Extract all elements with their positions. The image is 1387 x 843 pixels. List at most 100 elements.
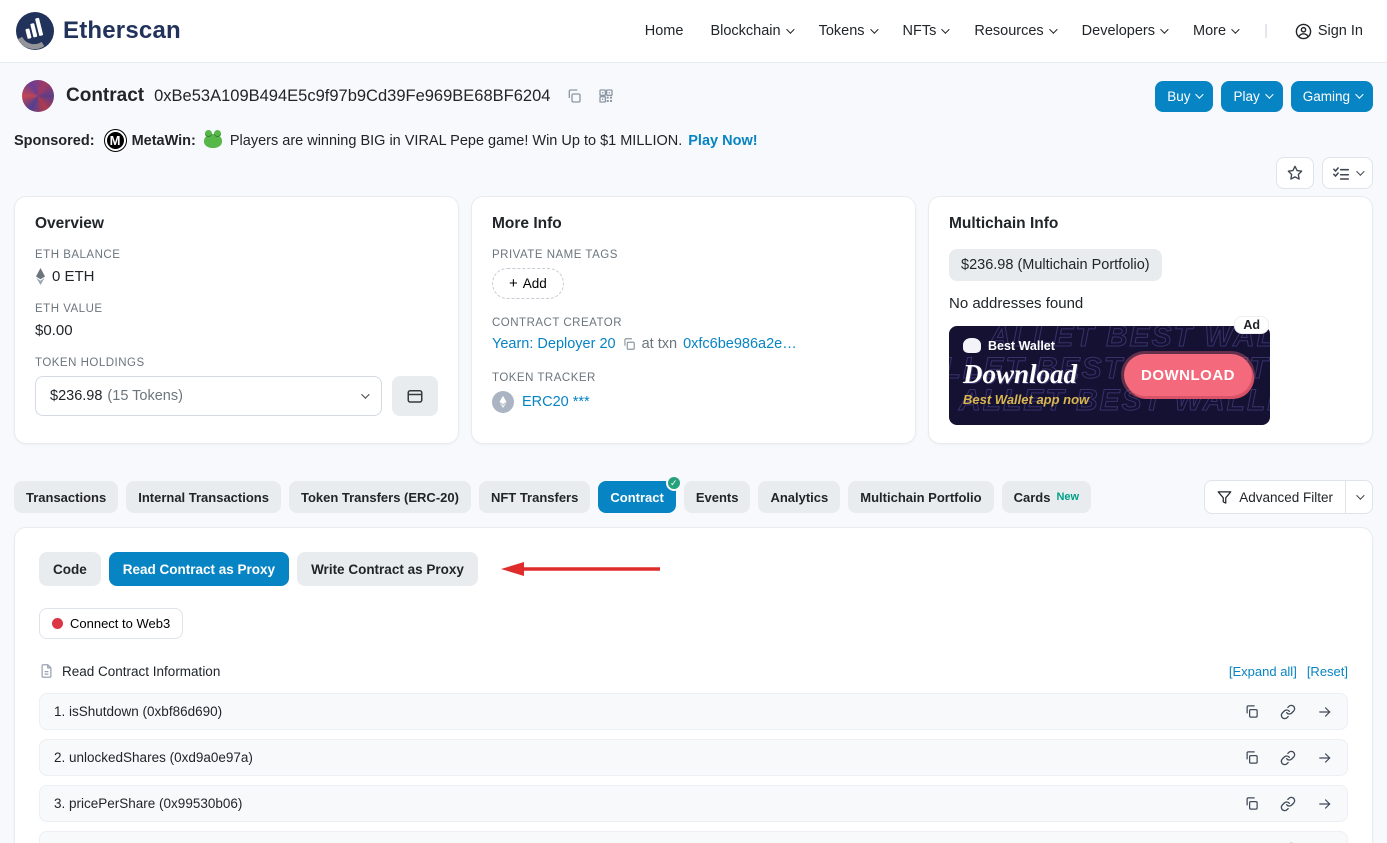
expand-arrow-icon[interactable] bbox=[1317, 705, 1333, 719]
more-info-card: More Info PRIVATE NAME TAGS + Add CONTRA… bbox=[471, 196, 916, 444]
permalink-icon[interactable] bbox=[1280, 750, 1296, 766]
favorite-button[interactable] bbox=[1276, 157, 1314, 189]
star-icon bbox=[1287, 165, 1303, 181]
advanced-filter-button: Advanced Filter bbox=[1204, 480, 1373, 514]
chevron-down-icon bbox=[1355, 90, 1363, 98]
main-nav: Home Blockchain Tokens NFTs Resources De… bbox=[645, 23, 1363, 40]
token-tracker-label: TOKEN TRACKER bbox=[492, 372, 895, 384]
creation-txn-link[interactable]: 0xfc6be986a2e… bbox=[683, 336, 797, 352]
tab-internal-transactions[interactable]: Internal Transactions bbox=[126, 481, 281, 513]
token-tracker-link[interactable]: ERC20 *** bbox=[522, 394, 590, 410]
ad-download-button[interactable]: DOWNLOAD bbox=[1124, 354, 1252, 396]
subtab-read-contract-as-proxy[interactable]: Read Contract as Proxy bbox=[109, 552, 289, 586]
token-holdings-count: (15 Tokens) bbox=[107, 388, 183, 404]
function-row-get_default_queue[interactable]: 4. get_default_queue (0xa9bbf1cc) bbox=[39, 831, 1348, 843]
chevron-down-icon bbox=[1160, 25, 1168, 33]
tab-cards[interactable]: Cards New bbox=[1002, 481, 1091, 513]
buy-button[interactable]: Buy bbox=[1155, 81, 1213, 112]
nav-home[interactable]: Home bbox=[645, 23, 684, 39]
view-options-button[interactable] bbox=[1322, 157, 1373, 189]
overview-card: Overview ETH BALANCE 0 ETH ETH VALUE $0.… bbox=[14, 196, 459, 444]
sponsored-message: Players are winning BIG in VIRAL Pepe ga… bbox=[230, 133, 682, 149]
read-functions-list: 1. isShutdown (0xbf86d690) 2. unlockedSh… bbox=[39, 693, 1348, 843]
reset-link[interactable]: [Reset] bbox=[1307, 664, 1348, 679]
nav-developers[interactable]: Developers bbox=[1082, 23, 1166, 39]
chevron-down-icon bbox=[942, 25, 950, 33]
copy-icon[interactable] bbox=[1244, 796, 1259, 811]
chevron-down-icon bbox=[1196, 90, 1204, 98]
multichain-portfolio-badge[interactable]: $236.98 (Multichain Portfolio) bbox=[949, 249, 1162, 281]
tab-events[interactable]: Events bbox=[684, 481, 751, 513]
copy-creator-icon[interactable] bbox=[622, 337, 636, 351]
nav-nfts[interactable]: NFTs bbox=[903, 23, 948, 39]
sponsored-brand[interactable]: MetaWin: bbox=[132, 133, 196, 149]
tab-nft-transfers[interactable]: NFT Transfers bbox=[479, 481, 590, 513]
ad-subline: Best Wallet app now bbox=[963, 392, 1089, 407]
wallet-icon bbox=[406, 387, 424, 405]
advanced-filter-dropdown[interactable] bbox=[1345, 481, 1372, 513]
tab-token-transfers[interactable]: Token Transfers (ERC-20) bbox=[289, 481, 471, 513]
tab-bar: Transactions Internal Transactions Token… bbox=[14, 480, 1373, 514]
frog-emoji-icon bbox=[204, 134, 222, 148]
gaming-button[interactable]: Gaming bbox=[1291, 81, 1373, 112]
function-row-unlockedShares[interactable]: 2. unlockedShares (0xd9a0e97a) bbox=[39, 739, 1348, 776]
creator-link[interactable]: Yearn: Deployer 20 bbox=[492, 336, 616, 352]
sign-in-button[interactable]: Sign In bbox=[1295, 23, 1363, 40]
add-name-tag-button[interactable]: + Add bbox=[492, 268, 564, 299]
subtab-write-contract-as-proxy[interactable]: Write Contract as Proxy bbox=[297, 552, 478, 586]
tab-multichain-portfolio[interactable]: Multichain Portfolio bbox=[848, 481, 993, 513]
no-addresses-text: No addresses found bbox=[949, 295, 1352, 312]
eth-diamond-icon bbox=[35, 268, 46, 285]
tab-analytics[interactable]: Analytics bbox=[758, 481, 840, 513]
more-info-title: More Info bbox=[492, 215, 895, 233]
contract-panel: Code Read Contract as Proxy Write Contra… bbox=[14, 527, 1373, 843]
subtab-code[interactable]: Code bbox=[39, 552, 101, 586]
contract-avatar bbox=[22, 80, 54, 112]
ad-headline: Download bbox=[963, 359, 1077, 390]
permalink-icon[interactable] bbox=[1280, 796, 1296, 812]
best-wallet-ad[interactable]: ALLET BEST WALLET BEST ALLET BEST WALLET… bbox=[949, 326, 1270, 425]
checklist-icon bbox=[1333, 166, 1350, 181]
etherscan-logo[interactable]: Etherscan bbox=[16, 12, 181, 50]
user-icon bbox=[1295, 23, 1312, 40]
annotation-arrow-icon bbox=[500, 561, 664, 577]
copy-address-icon[interactable] bbox=[566, 88, 582, 104]
tab-transactions[interactable]: Transactions bbox=[14, 481, 118, 513]
multichain-title: Multichain Info bbox=[949, 215, 1352, 233]
copy-icon[interactable] bbox=[1244, 750, 1259, 765]
ad-label: Ad bbox=[1235, 317, 1268, 333]
nav-blockchain[interactable]: Blockchain bbox=[710, 23, 791, 39]
nav-resources[interactable]: Resources bbox=[974, 23, 1054, 39]
contract-creator-label: CONTRACT CREATOR bbox=[492, 317, 895, 329]
multichain-info-card: Multichain Info $236.98 (Multichain Port… bbox=[928, 196, 1373, 444]
page-title: Contract bbox=[66, 85, 144, 107]
tab-contract[interactable]: Contract ✓ bbox=[598, 481, 675, 513]
overview-title: Overview bbox=[35, 215, 438, 233]
chevron-down-icon bbox=[1265, 90, 1273, 98]
chevron-down-icon bbox=[361, 390, 369, 398]
qr-code-icon[interactable] bbox=[598, 88, 614, 104]
expand-arrow-icon[interactable] bbox=[1317, 751, 1333, 765]
play-now-link[interactable]: Play Now! bbox=[688, 133, 757, 149]
chevron-down-icon bbox=[1356, 167, 1364, 175]
permalink-icon[interactable] bbox=[1280, 704, 1296, 720]
nav-more[interactable]: More bbox=[1193, 23, 1237, 39]
expand-all-link[interactable]: [Expand all] bbox=[1229, 664, 1297, 679]
nav-tokens[interactable]: Tokens bbox=[819, 23, 876, 39]
token-holdings-dropdown[interactable]: $236.98 (15 Tokens) bbox=[35, 376, 382, 416]
function-row-isShutdown[interactable]: 1. isShutdown (0xbf86d690) bbox=[39, 693, 1348, 730]
connect-to-web3-button[interactable]: Connect to Web3 bbox=[39, 608, 183, 639]
play-button[interactable]: Play bbox=[1221, 81, 1282, 112]
ad-brand: Best Wallet bbox=[963, 338, 1055, 353]
at-txn-label: at txn bbox=[642, 336, 677, 352]
token-holdings-label: TOKEN HOLDINGS bbox=[35, 357, 438, 369]
token-holdings-value: $236.98 bbox=[50, 388, 102, 404]
function-row-pricePerShare[interactable]: 3. pricePerShare (0x99530b06) bbox=[39, 785, 1348, 822]
sponsored-banner: Sponsored: M MetaWin: Players are winnin… bbox=[14, 130, 1373, 151]
copy-icon[interactable] bbox=[1244, 704, 1259, 719]
sponsored-label: Sponsored: bbox=[14, 133, 95, 149]
expand-arrow-icon[interactable] bbox=[1317, 797, 1333, 811]
wallet-button[interactable] bbox=[392, 376, 438, 416]
advanced-filter-main[interactable]: Advanced Filter bbox=[1205, 481, 1345, 513]
metawin-logo-icon: M bbox=[105, 130, 126, 151]
